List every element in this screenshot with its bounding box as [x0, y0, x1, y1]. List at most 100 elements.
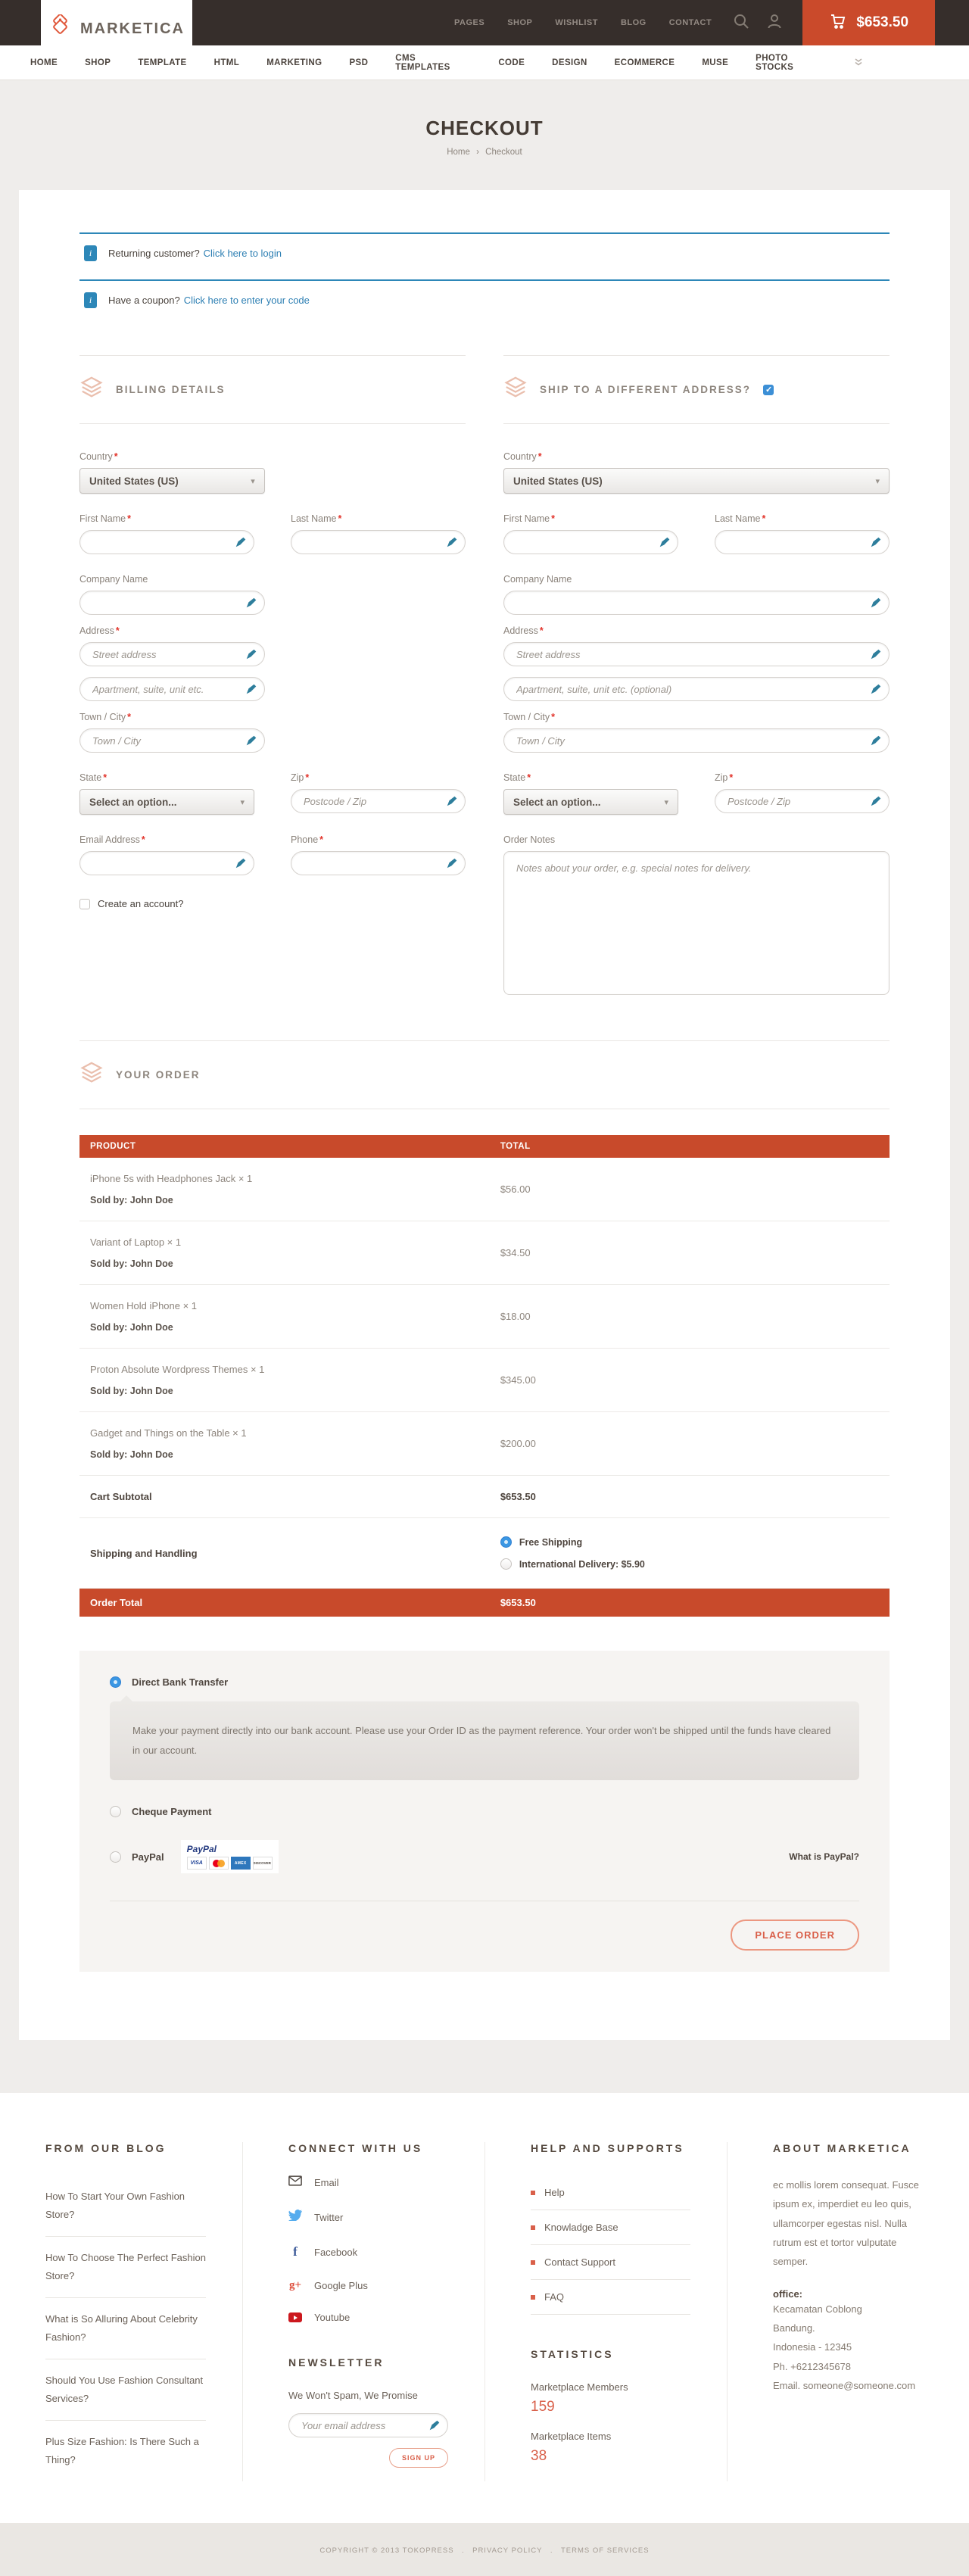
paypal-radio[interactable]	[110, 1851, 121, 1863]
connect-column-title: CONNECT WITH US	[288, 2142, 448, 2154]
nav-cms-templates[interactable]: CMS TEMPLATES	[395, 54, 471, 72]
order-notes-field	[503, 851, 890, 995]
shipping-town-input[interactable]	[504, 729, 889, 752]
blog-post-link[interactable]: What is So Alluring About Celebrity Fash…	[45, 2298, 206, 2359]
order-row: iPhone 5s with Headphones Jack × 1 Sold …	[79, 1158, 890, 1221]
billing-company-input[interactable]	[80, 591, 264, 614]
top-nav-contact[interactable]: CONTACT	[669, 18, 712, 27]
blog-post-link[interactable]: Plus Size Fashion: Is There Such a Thing…	[45, 2421, 206, 2481]
product-column-header: PRODUCT	[90, 1142, 500, 1151]
billing-apartment-field	[79, 677, 265, 701]
blog-post-link[interactable]: Should You Use Fashion Consultant Servic…	[45, 2359, 206, 2421]
shipping-zip-input[interactable]	[715, 790, 889, 812]
shipping-company-input[interactable]	[504, 591, 889, 614]
twitter-icon	[288, 2210, 302, 2225]
footer-about-column: ABOUT MARKETICA ec mollis lorem consequa…	[727, 2142, 969, 2481]
billing-company-label: Company Name	[79, 574, 148, 585]
blog-post-link[interactable]: How To Choose The Perfect Fashion Store?	[45, 2237, 206, 2298]
what-is-paypal-link[interactable]: What is PayPal?	[789, 1851, 859, 1862]
twitter-link[interactable]: Twitter	[288, 2210, 448, 2225]
chevron-down-double-icon[interactable]	[854, 56, 863, 70]
cart-button[interactable]: $653.50	[802, 0, 935, 45]
google-plus-link[interactable]: g+ Google Plus	[288, 2279, 448, 2292]
billing-first-name-input[interactable]	[80, 531, 254, 554]
signup-button[interactable]: SIGN UP	[389, 2448, 448, 2468]
shipping-state-select[interactable]: Select an option...	[503, 789, 678, 815]
nav-ecommerce[interactable]: ECOMMERCE	[615, 58, 675, 67]
help-link[interactable]: Help	[531, 2175, 690, 2210]
youtube-link[interactable]: Youtube	[288, 2312, 448, 2323]
search-icon[interactable]	[733, 13, 749, 33]
place-order-button[interactable]: PLACE ORDER	[731, 1920, 859, 1951]
bank-transfer-method: Direct Bank Transfer	[110, 1676, 859, 1688]
login-link[interactable]: Click here to login	[204, 248, 282, 259]
nav-psd[interactable]: PSD	[349, 58, 368, 67]
terms-link[interactable]: TERMS OF SERVICES	[561, 2546, 650, 2555]
checkout-card: i Returning customer? Click here to logi…	[19, 190, 950, 2040]
newsletter-email-input[interactable]	[289, 2414, 447, 2437]
shipping-apartment-input[interactable]	[504, 678, 889, 700]
privacy-policy-link[interactable]: PRIVACY POLICY	[472, 2546, 542, 2555]
nav-code[interactable]: CODE	[498, 58, 525, 67]
help-column-title: HELP AND SUPPORTS	[531, 2142, 690, 2154]
billing-phone-input[interactable]	[291, 852, 465, 875]
pen-icon	[871, 649, 881, 663]
breadcrumb-home[interactable]: Home	[447, 148, 470, 157]
order-row: Gadget and Things on the Table × 1 Sold …	[79, 1412, 890, 1476]
faq-link[interactable]: FAQ	[531, 2280, 690, 2315]
shipping-first-name-input[interactable]	[504, 531, 678, 554]
top-nav-wishlist[interactable]: WISHLIST	[555, 18, 598, 27]
billing-apartment-input[interactable]	[80, 678, 264, 700]
nav-muse[interactable]: MUSE	[702, 58, 728, 67]
billing-state-select[interactable]: Select an option...	[79, 789, 254, 815]
payment-section: Direct Bank Transfer Make your payment d…	[79, 1651, 890, 1972]
knowledge-base-link[interactable]: Knowladge Base	[531, 2210, 690, 2245]
top-nav-shop[interactable]: SHOP	[507, 18, 532, 27]
chevron-down-icon	[664, 795, 668, 809]
free-shipping-radio[interactable]	[500, 1536, 512, 1548]
create-account-checkbox[interactable]	[79, 899, 90, 909]
user-icon[interactable]	[766, 13, 783, 33]
billing-street-input[interactable]	[80, 643, 264, 666]
nav-html[interactable]: HTML	[214, 58, 240, 67]
billing-last-name-input[interactable]	[291, 531, 465, 554]
free-shipping-label: Free Shipping	[519, 1537, 582, 1548]
nav-home[interactable]: HOME	[30, 58, 58, 67]
order-notes-label: Order Notes	[503, 834, 555, 845]
order-notes-textarea[interactable]	[504, 852, 889, 994]
total-column-header: TOTAL	[500, 1142, 531, 1151]
footer-connect-column: CONNECT WITH US Email Twitter f Facebook	[242, 2142, 484, 2481]
nav-photo-stocks[interactable]: PHOTO STOCKS	[756, 54, 827, 72]
top-nav-blog[interactable]: BLOG	[621, 18, 647, 27]
email-link[interactable]: Email	[288, 2175, 448, 2190]
pen-icon	[246, 649, 257, 663]
contact-support-link[interactable]: Contact Support	[531, 2245, 690, 2280]
nav-shop[interactable]: SHOP	[85, 58, 111, 67]
cheque-radio[interactable]	[110, 1806, 121, 1817]
blog-post-link[interactable]: How To Start Your Own Fashion Store?	[45, 2175, 206, 2237]
ship-different-checkbox[interactable]	[763, 385, 774, 395]
billing-email-input[interactable]	[80, 852, 254, 875]
pen-icon	[246, 684, 257, 698]
shipping-last-name-input[interactable]	[715, 531, 889, 554]
billing-town-input[interactable]	[80, 729, 264, 752]
nav-marketing[interactable]: MARKETING	[266, 58, 322, 67]
bank-transfer-radio[interactable]	[110, 1676, 121, 1688]
coupon-link[interactable]: Click here to enter your code	[184, 295, 310, 306]
blog-column-title: FROM OUR BLOG	[45, 2142, 206, 2154]
international-delivery-radio[interactable]	[500, 1558, 512, 1570]
shipping-country-select[interactable]: United States (US)	[503, 468, 890, 494]
newsletter-title: NEWSLETTER	[288, 2356, 448, 2369]
billing-zip-input[interactable]	[291, 790, 465, 812]
shipping-street-input[interactable]	[504, 643, 889, 666]
billing-country-select[interactable]: United States (US)	[79, 468, 265, 494]
brand-name: MARKETICA	[80, 20, 185, 38]
top-nav-pages[interactable]: PAGES	[454, 18, 484, 27]
billing-email-label: Email Address	[79, 834, 140, 845]
brand-logo[interactable]: MARKETICA	[41, 0, 192, 58]
nav-template[interactable]: TEMPLATE	[138, 58, 186, 67]
facebook-link[interactable]: f Facebook	[288, 2244, 448, 2259]
item-name: Proton Absolute Wordpress Themes × 1	[90, 1364, 500, 1375]
nav-design[interactable]: DESIGN	[552, 58, 587, 67]
stat-label: Marketplace Items	[531, 2431, 690, 2442]
